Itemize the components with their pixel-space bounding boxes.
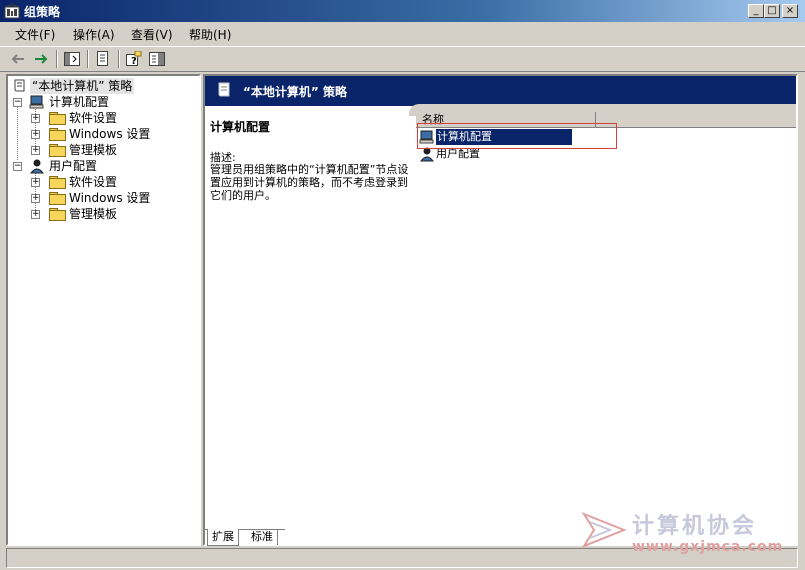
folder-icon — [49, 192, 66, 205]
expand-icon[interactable]: + — [31, 178, 40, 187]
tree-item-admin-templates[interactable]: + 管理模板 — [8, 206, 188, 222]
group-policy-window: 组策略 _ □ × 文件(F) 操作(A) 查看(V) 帮助(H) ? “本地计… — [0, 0, 805, 570]
details-pane[interactable]: “本地计算机” 策略 计算机配置 描述: 管理员用组策略中的“计算机配置”节点设… — [203, 74, 798, 546]
tab-extended[interactable]: 扩展 — [207, 529, 239, 546]
user-icon — [29, 159, 45, 174]
menu-file[interactable]: 文件(F) — [15, 26, 55, 43]
minimize-button[interactable]: _ — [748, 4, 764, 18]
tree-item-label: 用户配置 — [49, 159, 98, 173]
watermark-text: 计算机协会 — [632, 514, 758, 539]
tree-item-label: Windows 设置 — [69, 127, 151, 141]
show-tree-icon[interactable] — [63, 51, 81, 67]
menu-help[interactable]: 帮助(H) — [189, 26, 231, 43]
details-banner: “本地计算机” 策略 — [205, 76, 796, 106]
tree-item-label: 管理模板 — [69, 207, 118, 221]
collapse-icon[interactable]: − — [13, 162, 22, 171]
watermark-logo-icon — [581, 511, 627, 549]
watermark-url: www.gxjmca.com — [632, 539, 784, 555]
expand-icon[interactable]: + — [31, 194, 40, 203]
toolbar-separator — [56, 50, 58, 68]
expand-icon[interactable]: + — [31, 210, 40, 219]
menu-view[interactable]: 查看(V) — [131, 26, 173, 43]
policy-scroll-icon — [218, 82, 230, 97]
maximize-button[interactable]: □ — [764, 4, 780, 18]
menu-action[interactable]: 操作(A) — [73, 26, 115, 43]
toolbar: ? — [0, 46, 805, 72]
toolbar-separator — [118, 50, 120, 68]
group-policy-icon — [4, 3, 20, 19]
description-title: 计算机配置 — [210, 120, 271, 134]
tree-item-label: 软件设置 — [69, 175, 118, 189]
tab-standard[interactable]: 标准 — [247, 529, 278, 545]
folder-icon — [49, 112, 66, 125]
description-body: 管理员用组策略中的“计算机配置”节点设置应用到计算机的策略，而不考虑登录到它们的… — [210, 163, 409, 202]
console-icon[interactable] — [148, 51, 166, 67]
tree-item-label: 管理模板 — [69, 143, 118, 157]
tree-item-windows-settings[interactable]: + Windows 设置 — [8, 126, 188, 142]
toolbar-separator — [87, 50, 89, 68]
tree-item-label: 软件设置 — [69, 111, 118, 125]
computer-icon — [29, 95, 44, 109]
watermark: 计算机协会 www.gxjmca.com — [580, 508, 800, 558]
tree-item-software-settings[interactable]: + 软件设置 — [8, 110, 188, 126]
title-bar[interactable]: 组策略 _ □ × — [0, 0, 805, 22]
folder-icon — [49, 176, 66, 189]
expand-icon[interactable]: + — [31, 130, 40, 139]
window-title: 组策略 — [24, 5, 61, 19]
menu-bar: 文件(F) 操作(A) 查看(V) 帮助(H) — [0, 22, 805, 44]
tree-item-admin-templates[interactable]: + 管理模板 — [8, 142, 188, 158]
highlight-annotation — [417, 123, 617, 149]
expand-icon[interactable]: + — [31, 146, 40, 155]
close-button[interactable]: × — [782, 4, 798, 18]
collapse-icon[interactable]: − — [13, 98, 22, 107]
tree-item-windows-settings[interactable]: + Windows 设置 — [8, 190, 188, 206]
tree-item-computer-config[interactable]: − 计算机配置 — [8, 94, 188, 110]
policy-scroll-icon — [14, 79, 25, 92]
tree-item-user-config[interactable]: − 用户配置 — [8, 158, 188, 174]
folder-icon — [49, 208, 66, 221]
back-arrow-icon[interactable] — [9, 51, 27, 67]
console-tree[interactable]: “本地计算机” 策略 − 计算机配置 + 软件设置 + Windows 设置 +… — [6, 74, 201, 546]
tree-item-software-settings[interactable]: + 软件设置 — [8, 174, 188, 190]
tree-root-label: “本地计算机” 策略 — [30, 78, 135, 94]
folder-icon — [49, 144, 66, 157]
tree-item-label: Windows 设置 — [69, 191, 151, 205]
tree-item-label: 计算机配置 — [49, 95, 110, 109]
forward-arrow-icon[interactable] — [32, 51, 50, 67]
help-icon[interactable]: ? — [125, 51, 143, 67]
banner-title: “本地计算机” 策略 — [243, 85, 347, 99]
svg-text:?: ? — [131, 56, 137, 67]
expand-icon[interactable]: + — [31, 114, 40, 123]
folder-icon — [49, 128, 66, 141]
export-list-icon[interactable] — [94, 51, 112, 67]
